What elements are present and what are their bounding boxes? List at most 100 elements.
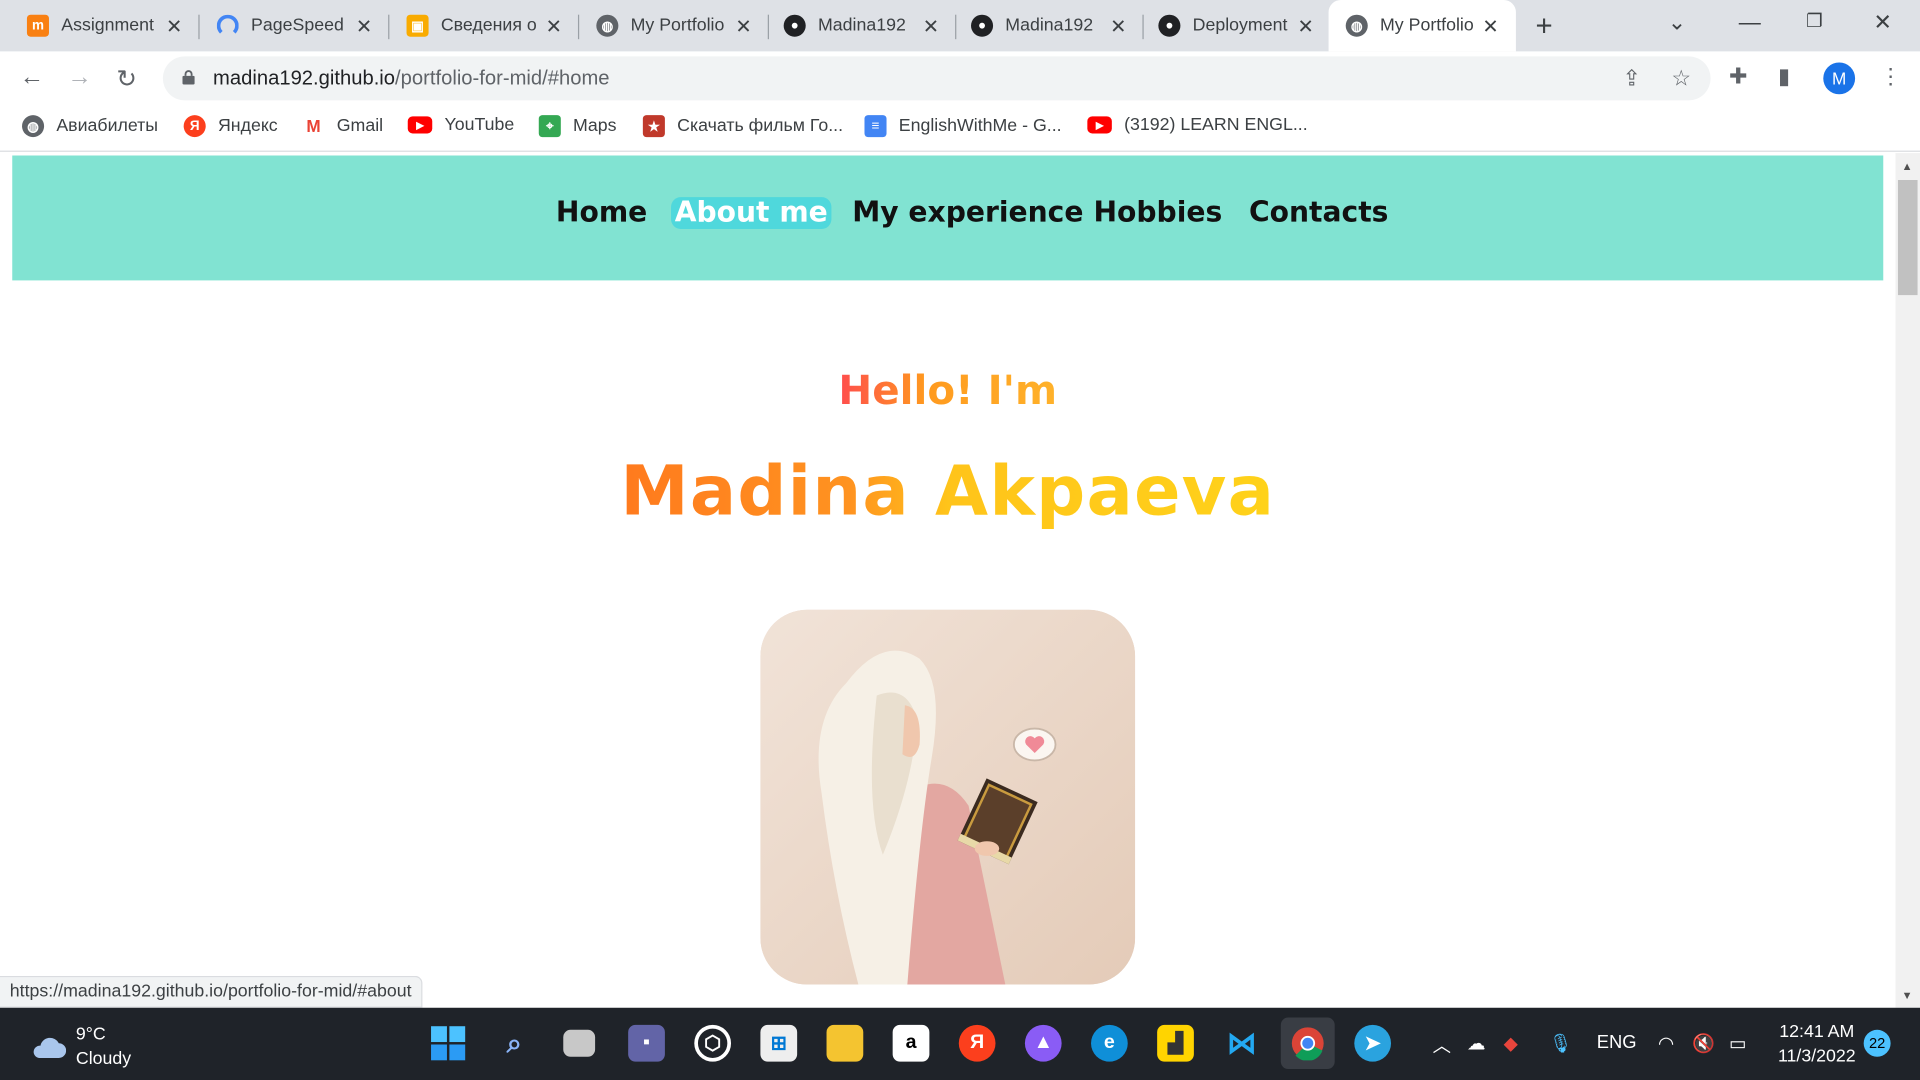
tab-title: PageSpeed <box>251 15 344 36</box>
microphone-icon[interactable]: 🎙 <box>1549 1032 1572 1054</box>
task-view-icon[interactable] <box>563 1029 596 1057</box>
extensions-icon[interactable]: ✚ <box>1729 64 1747 90</box>
page-scrollbar[interactable]: ▲ ▼ <box>1895 153 1920 1008</box>
forward-icon[interactable]: → <box>67 64 91 92</box>
nav-home[interactable]: Home <box>552 197 651 229</box>
menu-icon[interactable]: ⋮ <box>1880 64 1902 90</box>
vscode-icon[interactable]: ⋈ <box>1223 1025 1260 1062</box>
minimize-icon[interactable]: — <box>1739 10 1761 36</box>
tab-github-madina[interactable]: ● Madina192 ✕ <box>757 0 957 51</box>
start-icon[interactable] <box>430 1025 467 1062</box>
avatar[interactable]: M <box>1823 62 1856 95</box>
url-text: madina192.github.io/portfolio-for-mid/#h… <box>213 67 609 90</box>
tab-title: Assignment <box>61 15 154 36</box>
globe-icon: ◍ <box>22 115 45 138</box>
tab-strip: m Assignment ✕ PageSpeed ✕ ▣ Сведения о … <box>0 0 1920 52</box>
bookmark-label: Скачать фильм Го... <box>677 116 844 136</box>
name-text: Madina Akpaeva <box>620 451 1276 532</box>
alice-icon[interactable]: ▲ <box>1024 1024 1062 1062</box>
store-icon[interactable]: ⊞ <box>760 1024 798 1062</box>
clock[interactable]: 12:41 AM 11/3/2022 <box>1778 1020 1856 1069</box>
weather-text: Cloudy <box>75 1049 132 1069</box>
address-bar[interactable]: madina192.github.io/portfolio-for-mid/#h… <box>162 56 1711 101</box>
ai-app-icon[interactable]: ⬡ <box>694 1024 732 1062</box>
yandex-icon: Я <box>183 115 206 138</box>
new-tab-button[interactable]: + <box>1536 10 1553 44</box>
bookmark-star-icon[interactable]: ☆ <box>1671 66 1691 92</box>
bookmark-label: Авиабилеты <box>56 116 159 136</box>
close-icon[interactable]: ✕ <box>1482 15 1498 39</box>
close-icon[interactable]: ✕ <box>1297 15 1313 39</box>
tab-deployment[interactable]: ● Deployment ✕ <box>1131 0 1331 51</box>
globe-icon: ◍ <box>596 14 619 37</box>
youtube-icon: ▶ <box>407 116 433 134</box>
close-icon[interactable]: ✕ <box>166 15 182 39</box>
scrollbar-thumb[interactable] <box>1897 180 1918 296</box>
tab-pagespeed[interactable]: PageSpeed ✕ <box>190 0 390 51</box>
bookmark-englishwithme[interactable]: ≡ EnglishWithMe - G... <box>864 115 1062 138</box>
chrome-icon[interactable] <box>1280 1017 1335 1069</box>
speaker-muted-icon[interactable]: 🔇 <box>1692 1032 1715 1054</box>
tab-title: Madina192 <box>817 15 906 36</box>
notification-badge[interactable]: 22 <box>1863 1029 1891 1057</box>
tab-title: Madina192 <box>1005 15 1094 36</box>
tab-my-portfolio-active[interactable]: ◍ My Portfolio ✕ <box>1328 0 1516 52</box>
close-icon[interactable]: ✕ <box>923 15 939 39</box>
restore-icon[interactable]: ❐ <box>1806 10 1822 32</box>
edge-icon[interactable]: e <box>1091 1024 1128 1062</box>
dropbox-icon[interactable]: ◆ <box>1504 1032 1518 1054</box>
bookmark-aviabilety[interactable]: ◍ Авиабилеты <box>22 115 159 138</box>
url-host: madina192.github.io <box>213 67 396 90</box>
bookmark-film[interactable]: ★ Скачать фильм Го... <box>642 115 844 138</box>
wifi-icon[interactable]: ◠ <box>1658 1032 1674 1054</box>
close-window-icon[interactable]: ✕ <box>1873 10 1891 36</box>
teams-chat-icon[interactable]: ▪ <box>628 1024 665 1062</box>
docs-icon: ≡ <box>864 115 887 138</box>
profile-illustration <box>760 609 1136 985</box>
back-icon[interactable]: ← <box>20 64 44 92</box>
close-icon[interactable]: ✕ <box>546 15 562 39</box>
sticky-notes-icon[interactable]: ▟ <box>1157 1024 1194 1062</box>
yandex-browser-icon[interactable]: Я <box>958 1024 996 1062</box>
bookmark-yandex[interactable]: Я Яндекс <box>183 115 278 138</box>
tab-title: Deployment <box>1192 15 1288 36</box>
nav-hobbies[interactable]: Hobbies <box>1090 197 1226 229</box>
close-icon[interactable]: ✕ <box>735 15 751 39</box>
search-icon[interactable]: ⌕ <box>496 1025 533 1062</box>
close-icon[interactable]: ✕ <box>356 15 372 39</box>
battery-icon[interactable]: ▭ <box>1729 1032 1746 1054</box>
tab-github-madina-2[interactable]: ● Madina192 ✕ <box>944 0 1144 51</box>
greeting-text: Hello! I'm <box>838 366 1058 414</box>
scroll-up-icon[interactable]: ▲ <box>1902 160 1913 172</box>
tab-classroom[interactable]: ▣ Сведения о ✕ <box>380 0 580 51</box>
tab-my-portfolio[interactable]: ◍ My Portfolio ✕ <box>569 0 769 51</box>
bookmark-learn-english[interactable]: ▶ (3192) LEARN ENGL... <box>1087 115 1308 135</box>
bookmark-label: YouTube <box>444 115 515 135</box>
telegram-icon[interactable]: ➤ <box>1354 1024 1392 1062</box>
bookmark-gmail[interactable]: M Gmail <box>302 115 384 138</box>
scroll-down-icon[interactable]: ▼ <box>1902 989 1913 1001</box>
bookmark-label: Maps <box>573 116 617 136</box>
nav-about-me[interactable]: About me <box>671 197 832 229</box>
greeting-heading: Hello! I'm <box>0 366 1896 414</box>
tray-overflow-icon[interactable]: ︿ <box>1433 1032 1451 1058</box>
lock-icon <box>182 70 195 85</box>
side-panel-icon[interactable]: ▮ <box>1778 64 1790 90</box>
file-explorer-icon[interactable] <box>826 1024 864 1062</box>
bookmarks-bar: ◍ Авиабилеты Я Яндекс M Gmail ▶ YouTube ⌖ Map… <box>0 105 1920 152</box>
weather-widget[interactable]: 9°C Cloudy <box>29 1022 131 1071</box>
onedrive-icon[interactable]: ☁ <box>1467 1032 1485 1054</box>
language-indicator[interactable]: ENG <box>1597 1032 1637 1053</box>
nav-contacts[interactable]: Contacts <box>1245 197 1392 229</box>
tab-assignment[interactable]: m Assignment ✕ <box>0 0 200 51</box>
bookmark-youtube[interactable]: ▶ YouTube <box>407 115 515 135</box>
close-icon[interactable]: ✕ <box>1110 15 1126 39</box>
tab-search-icon[interactable]: ⌄ <box>1668 10 1686 36</box>
reload-icon[interactable]: ↻ <box>116 64 137 95</box>
share-icon[interactable]: ⇪ <box>1622 66 1640 92</box>
bookmark-maps[interactable]: ⌖ Maps <box>538 115 617 138</box>
moodle-icon: m <box>26 14 49 37</box>
amazon-icon[interactable]: a <box>892 1024 930 1062</box>
nav-my-experience[interactable]: My experience <box>849 197 1088 229</box>
bookmark-label: Gmail <box>336 116 384 136</box>
